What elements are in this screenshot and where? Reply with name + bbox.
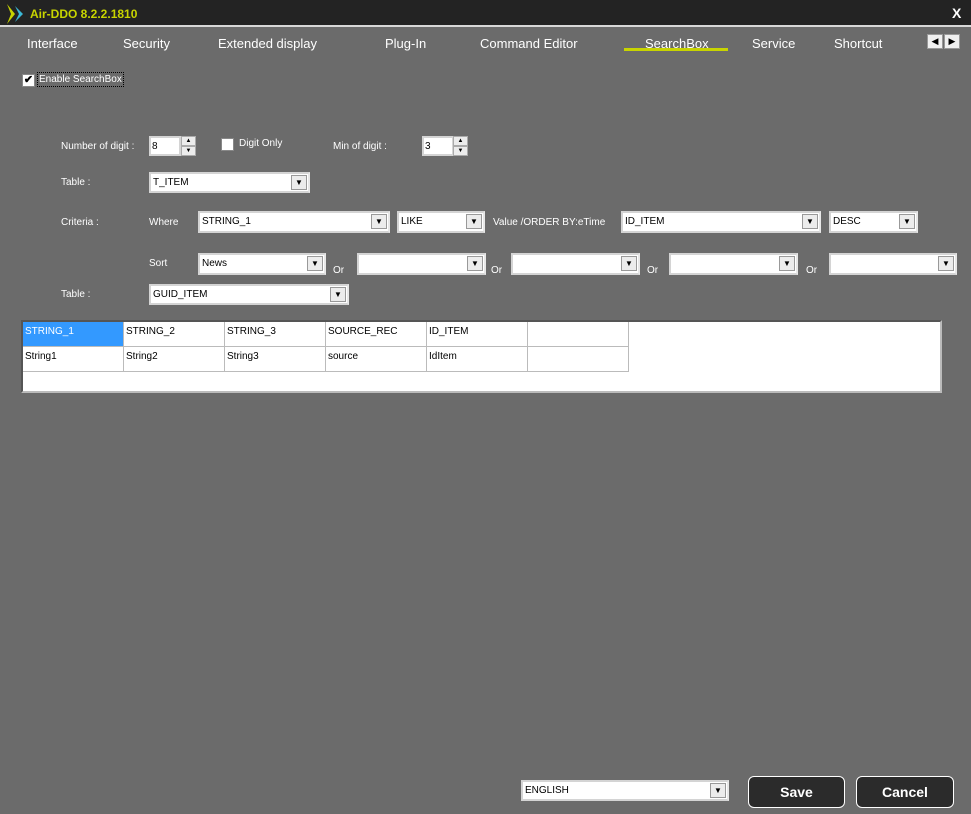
value-order-label: Value /ORDER BY:eTime (493, 217, 606, 228)
table-dropdown[interactable]: T_ITEM ▼ (149, 172, 310, 193)
tab-security[interactable]: Security (123, 36, 170, 51)
or-label: Or (806, 265, 818, 276)
grid-cell[interactable]: IdItem (427, 347, 528, 372)
table2-label: Table : (61, 289, 91, 300)
number-of-digit-label: Number of digit : (61, 141, 135, 152)
active-tab-indicator (624, 48, 728, 51)
chevron-down-icon[interactable]: ▼ (466, 214, 482, 229)
table-value: T_ITEM (153, 177, 189, 188)
operator-value: LIKE (401, 216, 423, 227)
where-label: Where (149, 217, 179, 228)
min-of-digit-down[interactable]: ▼ (453, 146, 468, 156)
where-field-value: STRING_1 (202, 216, 251, 227)
tab-plug-in[interactable]: Plug-In (385, 36, 426, 51)
grid-header-cell[interactable]: STRING_1 (23, 322, 124, 347)
save-button[interactable]: Save (748, 776, 845, 808)
operator-dropdown[interactable]: LIKE ▼ (397, 211, 485, 233)
digit-only-checkbox[interactable] (221, 138, 234, 151)
grid-cell[interactable]: String2 (124, 347, 225, 372)
chevron-down-icon[interactable]: ▼ (710, 783, 726, 798)
grid-cell[interactable]: source (326, 347, 427, 372)
order-field-value: ID_ITEM (625, 216, 665, 227)
where-field-dropdown[interactable]: STRING_1 ▼ (198, 211, 390, 233)
tab-extended-display[interactable]: Extended display (218, 36, 317, 51)
grid-cell[interactable] (528, 347, 629, 372)
tab-scroll-right-button[interactable]: ▶ (944, 34, 960, 49)
chevron-down-icon[interactable]: ▼ (330, 287, 346, 302)
order-direction-dropdown[interactable]: DESC ▼ (829, 211, 918, 233)
table2-dropdown[interactable]: GUID_ITEM ▼ (149, 284, 349, 305)
chevron-down-icon[interactable]: ▼ (371, 214, 387, 229)
order-field-dropdown[interactable]: ID_ITEM ▼ (621, 211, 821, 233)
sort-dropdown-2[interactable]: ▼ (357, 253, 486, 275)
min-of-digit-label: Min of digit : (333, 141, 387, 152)
number-of-digit-input[interactable]: 8 (149, 136, 181, 156)
chevron-down-icon[interactable]: ▼ (621, 256, 637, 271)
min-of-digit-up[interactable]: ▲ (453, 136, 468, 146)
close-button[interactable]: X (952, 5, 961, 21)
or-label: Or (333, 265, 345, 276)
chevron-down-icon[interactable]: ▼ (899, 214, 915, 229)
tab-scroll-left-button[interactable]: ◀ (927, 34, 943, 49)
results-grid[interactable]: STRING_1 STRING_2 STRING_3 SOURCE_REC ID… (21, 320, 942, 393)
chevron-down-icon[interactable]: ▼ (938, 256, 954, 271)
grid-header-cell[interactable] (528, 322, 629, 347)
min-of-digit-input[interactable]: 3 (422, 136, 454, 156)
grid-header-cell[interactable]: STRING_2 (124, 322, 225, 347)
language-dropdown[interactable]: ENGLISH ▼ (521, 780, 729, 801)
criteria-label: Criteria : (61, 217, 99, 228)
app-logo-icon (7, 4, 23, 24)
sort-dropdown-5[interactable]: ▼ (829, 253, 957, 275)
chevron-down-icon[interactable]: ▼ (467, 256, 483, 271)
grid-cell[interactable]: String1 (23, 347, 124, 372)
cancel-button[interactable]: Cancel (856, 776, 954, 808)
tab-command-editor[interactable]: Command Editor (480, 36, 578, 51)
title-bar: Air-DDO 8.2.2.1810 X (0, 0, 971, 27)
table2-value: GUID_ITEM (153, 289, 208, 300)
enable-searchbox-label: Enable SearchBox (37, 72, 124, 87)
grid-header-cell[interactable]: SOURCE_REC (326, 322, 427, 347)
or-label: Or (491, 265, 503, 276)
grid-header-cell[interactable]: ID_ITEM (427, 322, 528, 347)
enable-searchbox-checkbox[interactable]: ✔ (22, 74, 35, 87)
chevron-down-icon[interactable]: ▼ (779, 256, 795, 271)
sort-value: News (202, 258, 228, 269)
digit-only-label: Digit Only (239, 138, 283, 149)
order-direction-value: DESC (833, 216, 861, 227)
sort-label: Sort (149, 258, 168, 269)
grid-cell[interactable]: String3 (225, 347, 326, 372)
tab-service[interactable]: Service (752, 36, 795, 51)
language-value: ENGLISH (525, 785, 569, 796)
number-of-digit-down[interactable]: ▼ (181, 146, 196, 156)
number-of-digit-up[interactable]: ▲ (181, 136, 196, 146)
grid-header-cell[interactable]: STRING_3 (225, 322, 326, 347)
table-label: Table : (61, 177, 91, 188)
or-label: Or (647, 265, 659, 276)
sort-dropdown-3[interactable]: ▼ (511, 253, 640, 275)
window-title: Air-DDO 8.2.2.1810 (30, 7, 138, 21)
chevron-down-icon[interactable]: ▼ (307, 256, 323, 271)
sort-dropdown-4[interactable]: ▼ (669, 253, 798, 275)
tab-interface[interactable]: Interface (27, 36, 78, 51)
sort-dropdown-1[interactable]: News ▼ (198, 253, 326, 275)
chevron-down-icon[interactable]: ▼ (291, 175, 307, 190)
chevron-down-icon[interactable]: ▼ (802, 214, 818, 229)
tab-shortcut[interactable]: Shortcut (834, 36, 882, 51)
